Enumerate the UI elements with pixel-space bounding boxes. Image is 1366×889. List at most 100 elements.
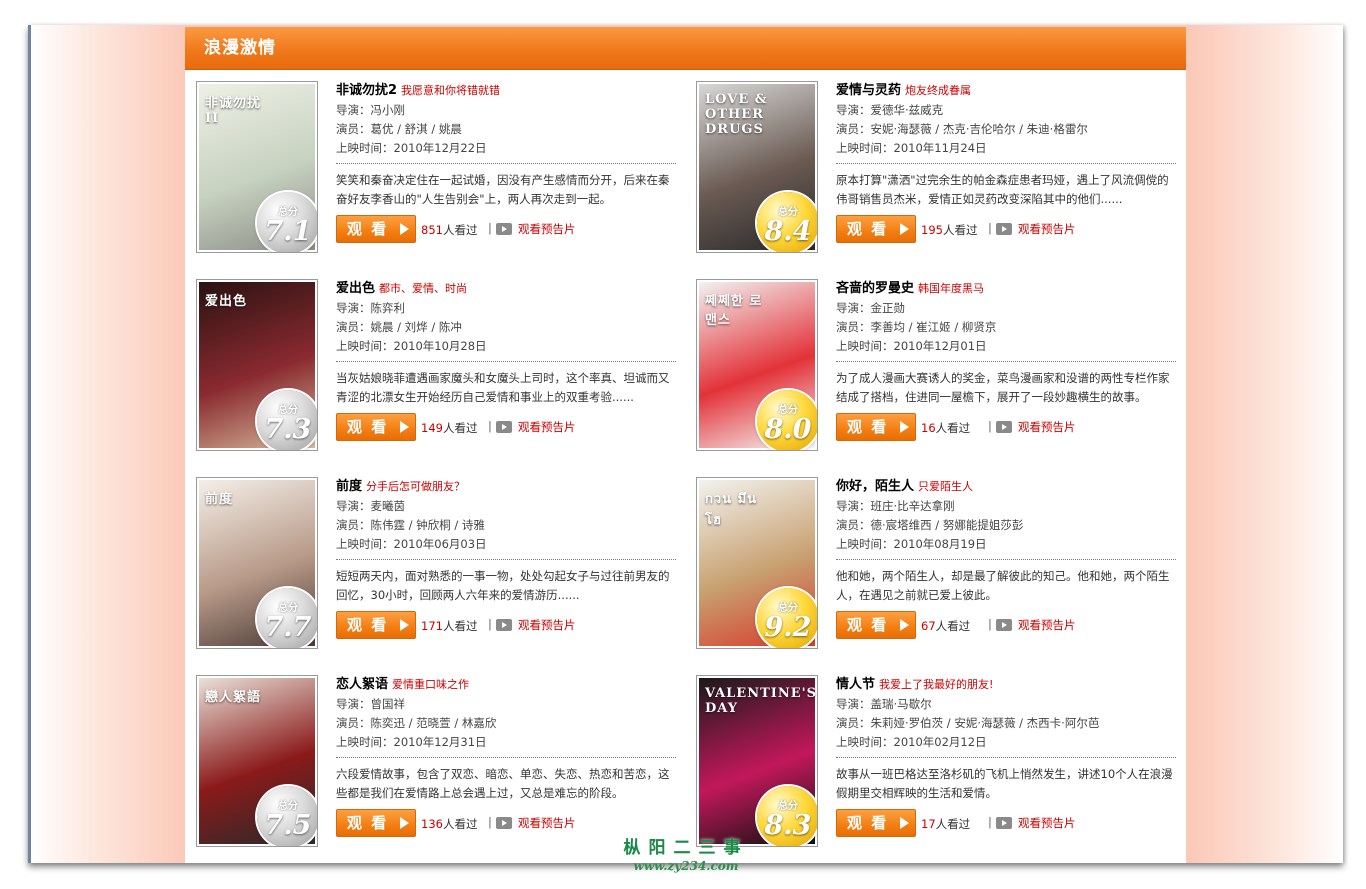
divider [836, 361, 1176, 362]
movie-cast: 演员：陈奕迅 / 范晓萱 / 林嘉欣 [336, 716, 497, 730]
separator: | [488, 221, 492, 235]
view-count-suffix: 人看过 [935, 619, 971, 633]
video-icon [996, 817, 1012, 829]
movie-poster[interactable]: 쩨쩨한 로맨스 总分 8.0 [696, 279, 818, 451]
watch-button[interactable]: 观 看 [836, 809, 916, 837]
movie-release-date: 上映时间：2010年02月12日 [836, 735, 987, 749]
movie-title[interactable]: 非诚勿扰2 [336, 83, 397, 98]
movie-title[interactable]: 爱情与灵药 [836, 83, 901, 98]
watch-button[interactable]: 观 看 [336, 611, 416, 639]
movie-director: 导演：盖瑞·马歇尔 [836, 697, 932, 711]
trailer-link[interactable]: 观看预告片 [996, 617, 1076, 633]
view-count-number: 851 [421, 223, 443, 237]
trailer-link[interactable]: 观看预告片 [996, 419, 1076, 435]
title-line: 非诚勿扰2 我愿意和你将错就错 [336, 81, 676, 101]
movie-cast: 演员：安妮·海瑟薇 / 杰克·吉伦哈尔 / 朱迪·格雷尔 [836, 122, 1088, 136]
watch-button-label: 观 看 [847, 616, 889, 634]
poster-title-art: 爱出色 [205, 294, 248, 309]
watch-button[interactable]: 观 看 [836, 215, 916, 243]
poster-title-art: 前度 [205, 492, 234, 507]
movie-director: 导演：班庄·比辛达拿刚 [836, 499, 955, 513]
movie-card: 前度 总分 7.7 前度 分手后怎可做朋友？ 导演：麦曦茵 演员：陈伟霆 / 钟欣… [196, 477, 676, 649]
movie-release-date: 上映时间：2010年08月19日 [836, 537, 987, 551]
separator: | [988, 617, 992, 631]
movie-title[interactable]: 恋人絮语 [336, 677, 388, 692]
movie-poster[interactable]: 前度 总分 7.7 [196, 477, 318, 649]
score-badge: 总分 8.0 [757, 390, 817, 450]
trailer-link[interactable]: 观看预告片 [996, 221, 1076, 237]
watch-button[interactable]: 观 看 [336, 413, 416, 441]
movie-title[interactable]: 你好，陌生人 [836, 479, 914, 494]
movie-title[interactable]: 情人节 [836, 677, 875, 692]
panel-title: 浪漫激情 [185, 27, 1186, 70]
trailer-link[interactable]: 观看预告片 [496, 419, 576, 435]
poster-title-art: กวน มึน โฮ [705, 492, 758, 528]
movie-title[interactable]: 前度 [336, 479, 362, 494]
trailer-link[interactable]: 观看预告片 [496, 617, 576, 633]
view-count-suffix: 人看过 [442, 421, 478, 435]
movie-description: 当灰姑娘晓菲遭遇画家魔头和女魔头上司时，这个率真、坦诚而又青涩的北漂女生开始经历… [336, 371, 670, 404]
score-badge: 总分 7.5 [257, 786, 317, 846]
view-count: 136人看过 [421, 816, 477, 832]
view-count-suffix: 人看过 [942, 223, 978, 237]
movie-card: กวน มึน โฮ 总分 9.2 你好，陌生人 只爱陌生人 导演：班庄·比辛达拿… [696, 477, 1176, 649]
score-badge: 总分 9.2 [757, 588, 817, 648]
movie-poster[interactable]: 戀人絮語 总分 7.5 [196, 675, 318, 847]
movie-poster[interactable]: 爱出色 总分 7.3 [196, 279, 318, 451]
score-value: 8.4 [764, 215, 812, 247]
score-badge: 总分 8.4 [757, 192, 817, 252]
score-value: 9.2 [764, 611, 812, 643]
movie-card: 戀人絮語 总分 7.5 恋人絮语 爱情重口味之作 导演：曾国祥 演员：陈奕迅 / … [196, 675, 676, 847]
trailer-link[interactable]: 观看预告片 [496, 815, 576, 831]
view-count-number: 195 [921, 223, 943, 237]
watch-button[interactable]: 观 看 [336, 215, 416, 243]
watch-button[interactable]: 观 看 [836, 611, 916, 639]
site-watermark: 枞阳二三事 www.zy234.com [606, 838, 766, 874]
watch-button[interactable]: 观 看 [836, 413, 916, 441]
poster-title-art: 戀人絮語 [205, 690, 262, 705]
movie-director: 导演：麦曦茵 [336, 499, 405, 513]
view-count-number: 136 [421, 817, 443, 831]
video-icon [996, 223, 1012, 235]
trailer-link[interactable]: 观看预告片 [496, 221, 576, 237]
video-icon [496, 223, 512, 235]
separator: | [488, 815, 492, 829]
title-line: 吝啬的罗曼史 韩国年度黑马 [836, 279, 1176, 299]
movie-title[interactable]: 爱出色 [336, 281, 375, 296]
movie-release-date: 上映时间：2010年12月22日 [336, 141, 487, 155]
trailer-link-label: 观看预告片 [518, 618, 576, 632]
score-value: 7.3 [264, 413, 312, 445]
movie-poster[interactable]: LOVE & OTHER DRUGS 总分 8.4 [696, 81, 818, 253]
movie-title[interactable]: 吝啬的罗曼史 [836, 281, 914, 296]
video-icon [496, 421, 512, 433]
movie-poster[interactable]: 非诚勿扰II 总分 7.1 [196, 81, 318, 253]
watch-button-label: 观 看 [347, 814, 389, 832]
watch-button[interactable]: 观 看 [336, 809, 416, 837]
view-count-suffix: 人看过 [935, 817, 971, 831]
play-arrow-icon [400, 619, 409, 631]
score-badge: 总分 7.3 [257, 390, 317, 450]
movie-info: 爱情与灵药 炮友终成眷属 导演：爱德华·兹威克 演员：安妮·海瑟薇 / 杰克·吉伦… [836, 81, 1176, 243]
watch-button-label: 观 看 [847, 220, 889, 238]
trailer-link[interactable]: 观看预告片 [996, 815, 1076, 831]
video-icon [996, 619, 1012, 631]
view-count-number: 171 [421, 619, 443, 633]
divider [336, 361, 676, 362]
view-count: 67人看过 [921, 618, 970, 634]
separator: | [488, 419, 492, 433]
watch-button-label: 观 看 [347, 616, 389, 634]
movie-poster[interactable]: VALENTINE'S DAY 总分 8.3 [696, 675, 818, 847]
title-line: 爱出色 都市、爱情、时尚 [336, 279, 676, 299]
view-count: 16人看过 [921, 420, 970, 436]
watermark-url: www.zy234.com [633, 859, 739, 873]
movie-description: 短短两天内，面对熟悉的一事一物，处处勾起女子与过往前男友的回忆，30小时，回顾两… [336, 569, 670, 602]
poster-title-art: 쩨쩨한 로맨스 [705, 294, 763, 328]
score-value: 7.1 [264, 215, 312, 247]
movie-info: 你好，陌生人 只爱陌生人 导演：班庄·比辛达拿刚 演员：德·宸塔维西 / 努娜能提… [836, 477, 1176, 639]
poster-title-art: 非诚勿扰II [205, 96, 262, 126]
movie-card: 爱出色 总分 7.3 爱出色 都市、爱情、时尚 导演：陈弈利 演员：姚晨 / 刘烨… [196, 279, 676, 451]
watch-button-label: 观 看 [347, 418, 389, 436]
watch-button-label: 观 看 [847, 418, 889, 436]
title-line: 你好，陌生人 只爱陌生人 [836, 477, 1176, 497]
movie-poster[interactable]: กวน มึน โฮ 总分 9.2 [696, 477, 818, 649]
